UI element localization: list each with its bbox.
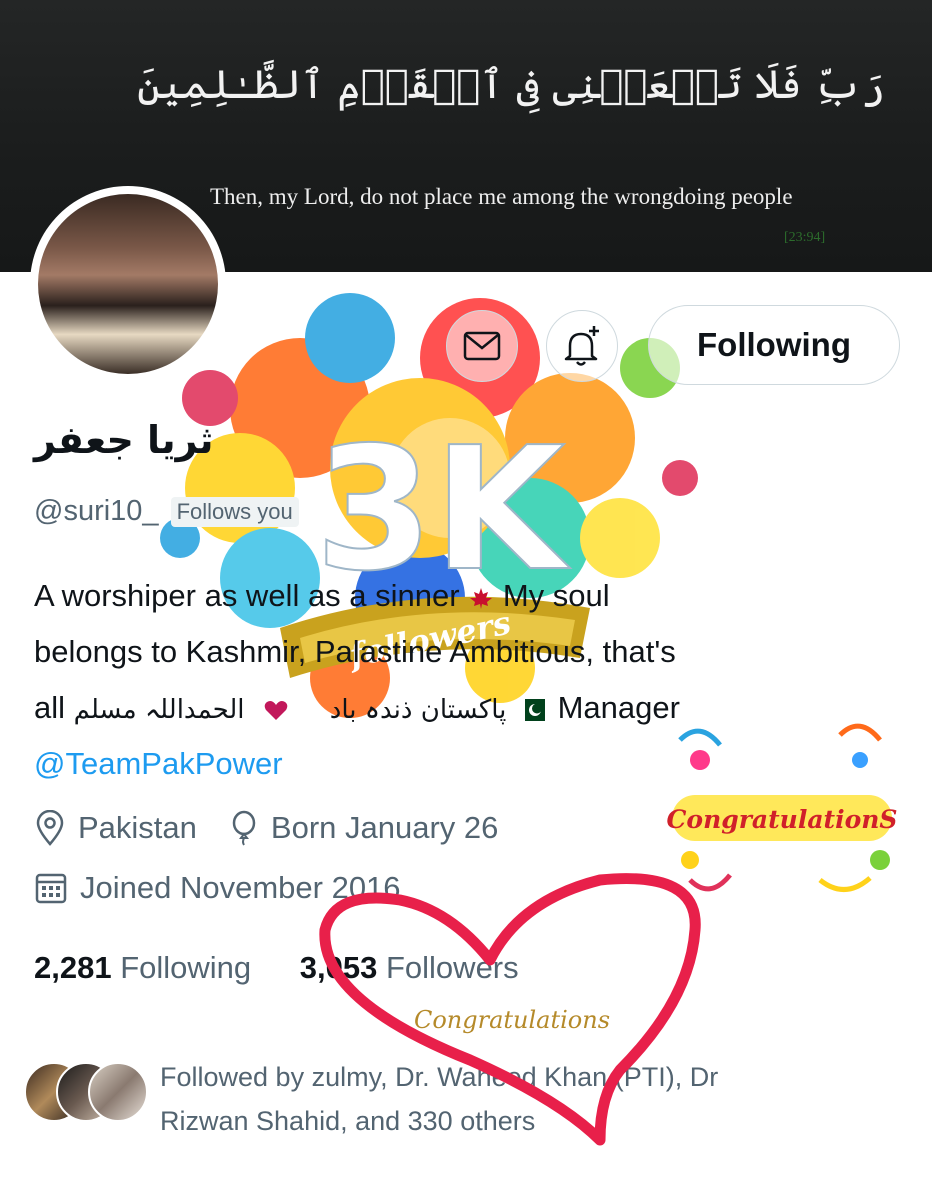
follows-you-badge: Follows you	[170, 496, 299, 527]
bio-text: My soul	[502, 578, 610, 613]
followed-by-text[interactable]: Followed by zulmy, Dr. Waheed Khan (PTI)…	[160, 1055, 900, 1143]
balloon-icon	[232, 810, 256, 846]
bio-urdu-text: الحمداللہ مسلم	[73, 695, 245, 725]
avatar-photo	[38, 194, 218, 374]
profile-bio: A worshiper as well as a sinner My soul …	[34, 568, 874, 792]
banner-verse-reference: [23:94]	[784, 230, 826, 245]
bio-line-4: @TeamPakPower	[34, 736, 874, 792]
birthday-text: Born January 26	[270, 810, 499, 845]
pakistan-flag-icon	[518, 698, 545, 721]
followed-by-line-1: Followed by zulmy, Dr. Waheed Khan (PTI)…	[160, 1062, 719, 1092]
bio-urdu-text: پاکستان ذندہ باد	[329, 695, 507, 725]
location-text: Pakistan	[78, 810, 197, 845]
location-pin-icon	[36, 810, 64, 846]
banner-english-translation: Then, my Lord, do not place me among the…	[210, 184, 793, 209]
notifications-button[interactable]	[546, 310, 618, 382]
bio-text: Manager	[557, 690, 680, 725]
followers-label: Followers	[385, 950, 519, 985]
followers-stat[interactable]: 3,053 Followers	[300, 950, 519, 985]
user-handle: @suri10_	[34, 495, 159, 527]
bio-line-3: all پاکستان ذندہ باد الحمداللہ مسلم Mana…	[34, 680, 874, 736]
following-count: 2,281	[34, 950, 112, 985]
bell-plus-icon	[564, 326, 599, 366]
followers-count: 3,053	[299, 950, 378, 985]
bio-line-2: belongs to Kashmir, Palastine Ambitious,…	[34, 634, 676, 669]
joined-row: Joined November 2016	[34, 870, 401, 906]
bio-line-1: A worshiper as well as a sinner My soul	[34, 568, 874, 624]
profile-meta-row: Pakistan Born January 26	[34, 810, 498, 846]
bio-mention-link[interactable]: @TeamPakPower	[34, 746, 283, 781]
handle-row: @suri10_ Follows you	[34, 495, 299, 528]
followed-by-line-2: Rizwan Shahid, and 330 others	[160, 1106, 536, 1136]
bio-text: all	[34, 690, 66, 725]
display-name: ثریا جعفر	[34, 418, 214, 462]
followed-by-avatars[interactable]	[24, 1062, 148, 1122]
congrats-script-text: Congratulations	[414, 1006, 610, 1034]
calendar-icon	[35, 873, 67, 904]
heart-emoji-icon	[264, 700, 288, 720]
message-button[interactable]	[446, 310, 518, 382]
follower-avatar	[88, 1062, 148, 1122]
following-button[interactable]: Following	[648, 305, 900, 385]
profile-avatar[interactable]	[30, 186, 226, 382]
joined-text: Joined November 2016	[80, 870, 401, 905]
congrats-badge-text: CongratulationS	[667, 805, 898, 834]
bio-text: A worshiper as well as a sinner	[34, 578, 460, 613]
follow-stats: 2,281 Following 3,053 Followers	[34, 950, 519, 986]
following-stat[interactable]: 2,281 Following	[34, 950, 251, 985]
maple-leaf-icon	[470, 587, 493, 609]
following-label: Following	[120, 950, 252, 985]
banner-arabic-verse: رَبِّ فَلَا تَجۡعَلۡنِى فِى ٱلۡقَوۡمِ ٱل…	[137, 62, 885, 108]
envelope-icon	[463, 331, 501, 361]
